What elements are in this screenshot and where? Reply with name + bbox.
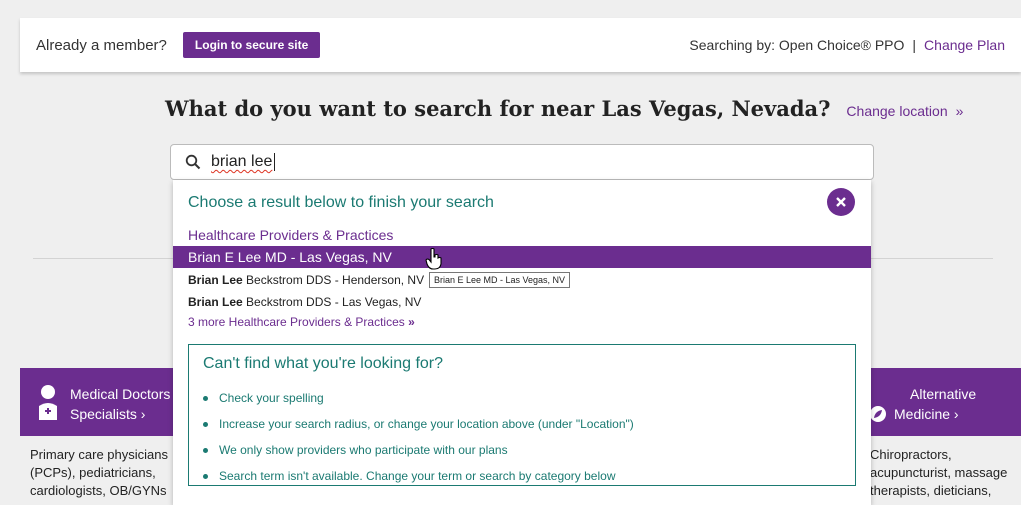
- category-medical-doctors[interactable]: Medical Doctors Specialists ›: [38, 384, 170, 424]
- result-rest: Beckstrom DDS - Henderson, NV: [242, 273, 425, 287]
- double-chevron-right-icon: »: [955, 103, 964, 119]
- category-alternative-description: Chiropractors, acupuncturist, massage th…: [870, 446, 1021, 500]
- help-item-text: Check your spelling: [219, 391, 324, 405]
- search-value: brian lee: [211, 153, 273, 170]
- help-title: Can't find what you're looking for?: [203, 355, 444, 372]
- bullet-icon: [203, 421, 208, 427]
- category-alternative-line1: Alternative: [910, 386, 977, 402]
- close-button[interactable]: [827, 188, 855, 216]
- plan-info: Searching by: Open Choice® PPO | Change …: [689, 37, 1005, 53]
- member-label: Already a member?: [36, 36, 167, 54]
- help-item-text: Increase your search radius, or change y…: [219, 417, 634, 431]
- help-item: Check your spelling: [203, 385, 634, 411]
- separator: |: [912, 37, 917, 53]
- double-chevron-right-icon: »: [408, 315, 415, 329]
- change-location-link[interactable]: Change location »: [846, 103, 963, 119]
- description-line: cardiologists, OB/GYNs: [30, 483, 167, 498]
- category-alternative-line2: Medicine ›: [894, 406, 959, 422]
- search-input[interactable]: brian lee: [170, 144, 874, 180]
- help-box: Can't find what you're looking for? Chec…: [188, 344, 856, 486]
- tooltip: Brian E Lee MD - Las Vegas, NV: [429, 272, 571, 288]
- login-button[interactable]: Login to secure site: [182, 32, 321, 58]
- result-match: Brian Lee: [188, 273, 243, 287]
- category-alternative-medicine[interactable]: Alternative Medicine ›: [870, 384, 976, 424]
- leaf-icon: [870, 406, 886, 422]
- page-title: What do you want to search for near Las …: [165, 96, 831, 121]
- member-bar: Already a member? Login to secure site S…: [20, 18, 1021, 72]
- doctor-icon: [39, 385, 57, 420]
- category-medical-doctors-description: Primary care physicians (PCPs), pediatri…: [30, 446, 174, 500]
- help-item-text: Search term isn't available. Change your…: [219, 469, 616, 483]
- description-line: Chiropractors,: [870, 447, 952, 462]
- description-line: therapists, dieticians,: [870, 483, 992, 498]
- help-item: We only show providers who participate w…: [203, 437, 634, 463]
- dropdown-heading: Choose a result below to finish your sea…: [188, 194, 494, 211]
- text-caret: [274, 153, 276, 171]
- searching-label: Searching by: Open Choice® PPO: [689, 37, 905, 53]
- category-medical-doctors-line2: Specialists ›: [70, 406, 146, 422]
- change-plan-link[interactable]: Change Plan: [924, 37, 1005, 53]
- search-question: What do you want to search for near Las …: [165, 96, 963, 121]
- result-item[interactable]: Brian Lee Beckstrom DDS - Henderson, NV: [188, 273, 424, 287]
- result-item-highlighted[interactable]: Brian E Lee MD - Las Vegas, NV: [173, 246, 871, 268]
- bullet-icon: [203, 395, 208, 401]
- help-item: Increase your search radius, or change y…: [203, 411, 634, 437]
- change-location-label: Change location: [846, 103, 948, 119]
- results-section-title: Healthcare Providers & Practices: [188, 227, 394, 243]
- result-rest: Beckstrom DDS - Las Vegas, NV: [242, 295, 422, 309]
- search-icon: [185, 154, 201, 170]
- description-line: Primary care physicians: [30, 447, 168, 462]
- bullet-icon: [203, 447, 208, 453]
- result-item[interactable]: Brian Lee Beckstrom DDS - Las Vegas, NV: [188, 295, 421, 309]
- more-results-label: 3 more Healthcare Providers & Practices: [188, 315, 405, 329]
- hand-pointer-cursor-icon: [425, 248, 442, 270]
- more-results-link[interactable]: 3 more Healthcare Providers & Practices …: [188, 315, 415, 329]
- description-line: acupuncturist, massage: [870, 465, 1008, 480]
- search-results-dropdown: Choose a result below to finish your sea…: [173, 180, 871, 505]
- bullet-icon: [203, 473, 208, 479]
- close-icon: [836, 197, 846, 207]
- result-match: Brian Lee: [188, 295, 243, 309]
- help-list: Check your spelling Increase your search…: [203, 385, 634, 489]
- help-item: Search term isn't available. Change your…: [203, 463, 634, 489]
- category-medical-doctors-line1: Medical Doctors: [70, 386, 171, 402]
- help-item-text: We only show providers who participate w…: [219, 443, 508, 457]
- description-line: (PCPs), pediatricians,: [30, 465, 156, 480]
